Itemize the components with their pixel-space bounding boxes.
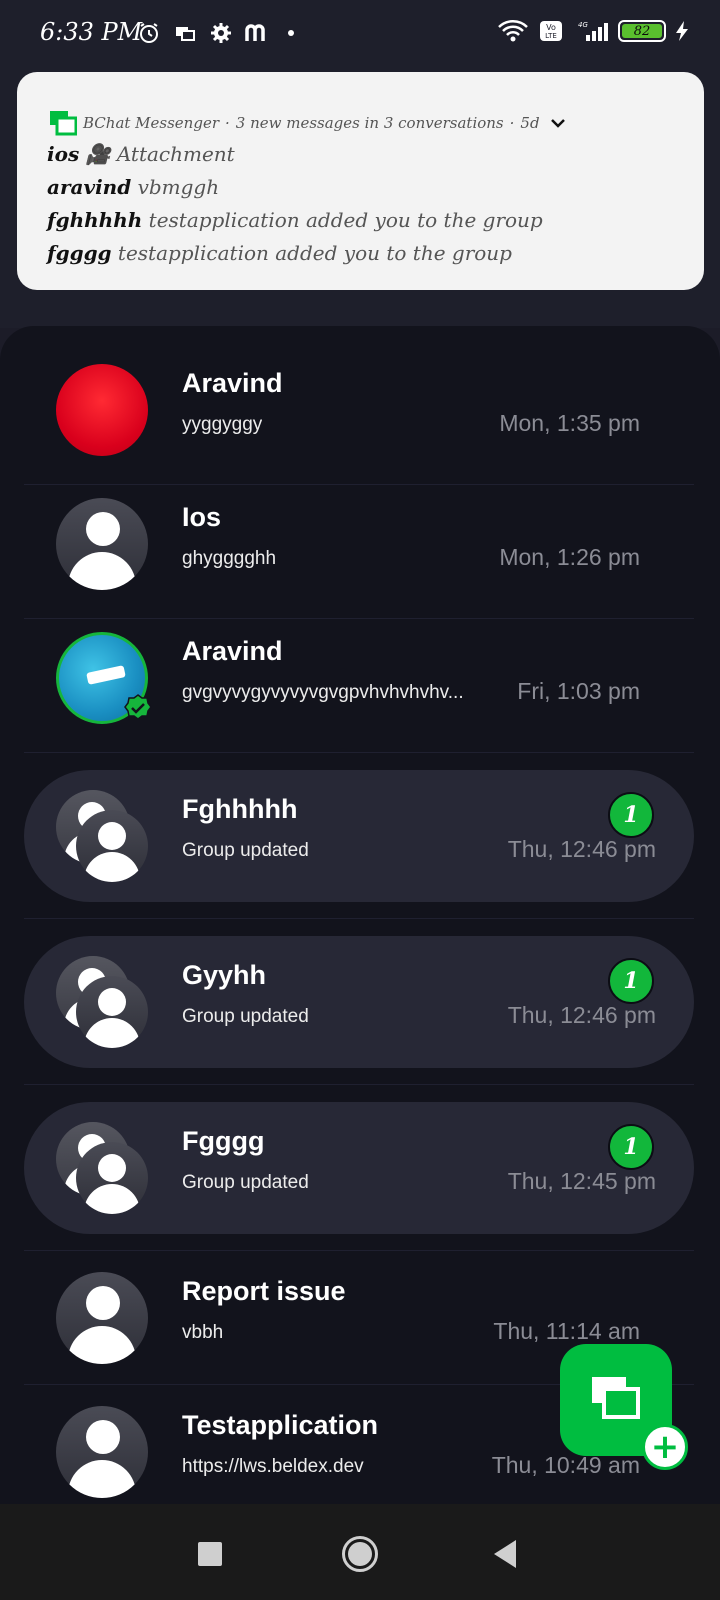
default-avatar-icon [56, 1272, 148, 1364]
conversation-name: Fgggg [182, 1126, 265, 1156]
divider [24, 752, 694, 753]
status-bar: 6:33 PM Vo LTE 4G 82 [0, 0, 720, 68]
conversation-row[interactable]: Aravind yyggyggy Mon, 1:35 pm [24, 344, 694, 476]
conversation-name: Ios [182, 502, 222, 532]
signal-icon: 4G [572, 18, 610, 44]
divider [24, 1084, 694, 1085]
divider [24, 1250, 694, 1251]
conversation-preview: Group updated [182, 1006, 309, 1027]
conversation-row[interactable]: Gyyhh Group updated 1 Thu, 12:46 pm [24, 936, 694, 1068]
conversation-time: Thu, 10:49 am [491, 1452, 640, 1478]
avatar [56, 364, 148, 456]
battery-icon: 82 [618, 20, 666, 42]
conversation-name: Aravind [182, 368, 283, 398]
conversation-name: Gyyhh [182, 960, 267, 990]
conversation-name: Testapplication [182, 1410, 379, 1440]
plus-icon[interactable]: + [642, 1424, 688, 1470]
volte-icon: Vo LTE [538, 18, 564, 44]
status-time: 6:33 PM [40, 18, 143, 46]
bchat-app-icon [49, 110, 78, 136]
m-app-icon [244, 20, 270, 46]
screen-cast-icon [172, 20, 198, 46]
notification-summary: 3 new messages in 3 conversations [235, 114, 504, 132]
conversation-name: Report issue [182, 1276, 346, 1306]
divider [24, 918, 694, 919]
conversation-preview: https://lws.beldex.dev [182, 1456, 364, 1477]
conversation-row[interactable]: Fghhhhh Group updated 1 Thu, 12:46 pm [24, 770, 694, 902]
conversation-time: Fri, 1:03 pm [517, 678, 640, 704]
conversation-preview: yyggyggy [182, 414, 263, 435]
conversation-time: Mon, 1:26 pm [499, 544, 640, 570]
battery-level: 82 [622, 24, 662, 39]
notification-lines: ios 🎥 Attachment aravind vbmggh fghhhhh … [47, 138, 543, 270]
status-icons-right: Vo LTE 4G 82 [496, 18, 690, 44]
new-chat-icon [590, 1375, 642, 1425]
conversation-time: Thu, 11:14 am [493, 1318, 640, 1344]
conversation-row[interactable]: Aravind gvgvyvygyvyvyvgvgpvhvhvhvhv... F… [24, 612, 694, 744]
conversation-name: Aravind [182, 636, 283, 666]
navigation-bar [0, 1504, 720, 1600]
unread-badge: 1 [608, 1124, 654, 1170]
conversation-list[interactable]: Aravind yyggyggy Mon, 1:35 pm Ios ghyggg… [0, 326, 720, 1504]
verified-icon [124, 694, 152, 722]
notification-age: 5d [520, 114, 540, 132]
notification-card[interactable]: BChat Messenger · 3 new messages in 3 co… [17, 72, 704, 290]
conversation-preview: Group updated [182, 1172, 309, 1193]
unread-badge: 1 [608, 792, 654, 838]
home-icon[interactable] [342, 1536, 378, 1572]
default-avatar-icon [56, 1406, 148, 1498]
svg-text:4G: 4G [578, 21, 588, 29]
conversation-time: Mon, 1:35 pm [499, 410, 640, 436]
notification-header: BChat Messenger · 3 new messages in 3 co… [49, 110, 566, 136]
notification-line: fghhhhh testapplication added you to the… [47, 208, 543, 232]
conversation-time: Thu, 12:46 pm [507, 1002, 656, 1028]
status-icons-left [136, 20, 294, 46]
svg-text:Vo: Vo [546, 23, 556, 32]
conversation-preview: gvgvyvygyvyvyvgvgpvhvhvhvhv... [182, 682, 464, 703]
group-avatar-icon [56, 790, 148, 882]
conversation-name: Fghhhhh [182, 794, 298, 824]
wifi-icon [496, 18, 530, 44]
conversation-preview: vbbh [182, 1322, 224, 1343]
notification-line: fgggg testapplication added you to the g… [47, 241, 512, 265]
conversation-row[interactable]: Fgggg Group updated 1 Thu, 12:45 pm [24, 1102, 694, 1234]
back-icon[interactable] [494, 1540, 516, 1568]
notification-line: aravind vbmggh [47, 175, 220, 199]
group-avatar-icon [56, 956, 148, 1048]
svg-text:LTE: LTE [545, 32, 557, 40]
chevron-down-icon[interactable] [550, 114, 566, 133]
conversation-time: Thu, 12:45 pm [507, 1168, 656, 1194]
charging-icon [674, 18, 690, 44]
conversation-preview: Group updated [182, 840, 309, 861]
alarm-icon [136, 20, 162, 46]
notification-line: ios 🎥 Attachment [47, 142, 235, 166]
default-avatar-icon [56, 498, 148, 590]
conversation-time: Thu, 12:46 pm [507, 836, 656, 862]
conversation-preview: ghygggghh [182, 548, 277, 569]
unread-badge: 1 [608, 958, 654, 1004]
group-avatar-icon [56, 1122, 148, 1214]
notification-app-name: BChat Messenger [83, 114, 219, 132]
conversation-row[interactable]: Ios ghygggghh Mon, 1:26 pm [24, 478, 694, 610]
settings-icon [208, 20, 234, 46]
recents-icon[interactable] [198, 1542, 222, 1566]
notification-dot-icon [288, 30, 294, 36]
